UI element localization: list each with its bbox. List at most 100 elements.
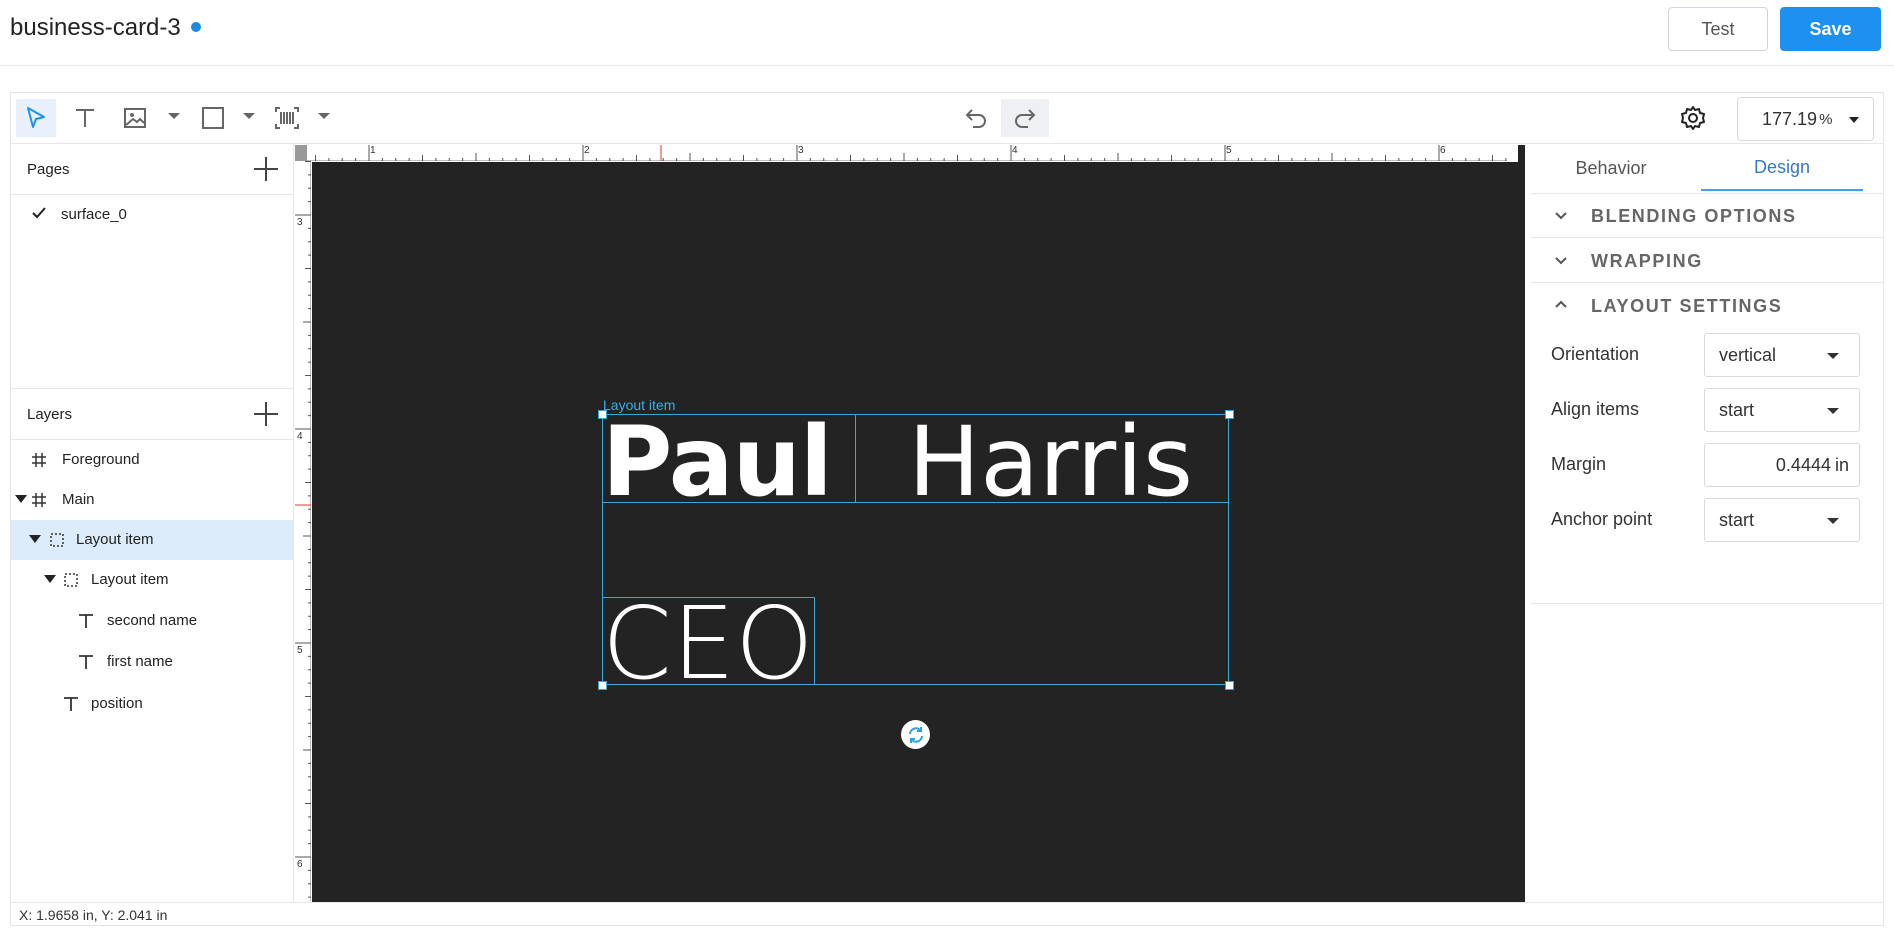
status-bar: X: 1.9658 in, Y: 2.041 in: [11, 902, 1883, 926]
barcode-tool-dropdown-icon[interactable]: [318, 113, 330, 119]
margin-label: Margin: [1551, 454, 1607, 474]
tab-design[interactable]: Design: [1701, 145, 1863, 191]
barcode-tool-button[interactable]: [269, 99, 305, 137]
text-icon: [79, 614, 93, 628]
resize-handle-top-right[interactable]: [1225, 410, 1234, 419]
pages-section: Pages surface_0: [11, 145, 294, 389]
chevron-up-icon: [1555, 300, 1567, 308]
expand-arrow-icon[interactable]: [29, 535, 41, 543]
settings-button[interactable]: [1673, 99, 1713, 137]
add-layer-icon[interactable]: [254, 402, 278, 426]
toolbar: 177.19%: [11, 93, 1883, 144]
undo-icon: [965, 109, 986, 128]
chevron-down-icon: [1555, 257, 1567, 265]
image-tool-button[interactable]: [117, 99, 153, 137]
chevron-down-icon: [1827, 408, 1839, 414]
resize-handle-bottom-right[interactable]: [1225, 681, 1234, 690]
canvas-area[interactable]: 1 2 3 4 5 6 3 4 5 6 Layout item Paul Har…: [295, 145, 1525, 902]
app-header: business-card-3 Test Save: [0, 0, 1894, 66]
select-icon: [27, 107, 45, 128]
page-item-label: surface_0: [61, 206, 127, 223]
layer-item-layout-item[interactable]: Layout item: [11, 520, 294, 560]
hash-icon: [32, 493, 46, 507]
layer-item-foreground[interactable]: Foreground: [11, 440, 294, 480]
margin-value: 0.4444: [1775, 454, 1831, 475]
undo-button[interactable]: [956, 99, 996, 137]
rectangle-icon: [202, 107, 224, 129]
test-button[interactable]: Test: [1668, 7, 1768, 51]
second-name-text[interactable]: Harris: [908, 406, 1193, 518]
editor-frame: 177.19% Pages surface_0 Layers Foregroun…: [10, 92, 1884, 926]
text-tool-button[interactable]: [67, 99, 103, 137]
cursor-coordinates: X: 1.9658 in, Y: 2.041 in: [19, 907, 168, 923]
shape-tool-dropdown-icon[interactable]: [243, 113, 255, 119]
layer-item-label: first name: [107, 653, 173, 670]
ruler-top-ticks: [315, 145, 1507, 161]
ruler-top-label: 4: [1012, 145, 1018, 156]
document-title: business-card-3: [10, 14, 201, 42]
layer-item-main[interactable]: Main: [11, 480, 294, 520]
select-tool-button[interactable]: [16, 99, 56, 137]
expand-arrow-icon[interactable]: [44, 575, 56, 583]
chevron-down-icon: [1827, 353, 1839, 359]
hash-icon: [32, 453, 46, 467]
resize-handle-top-left[interactable]: [598, 410, 607, 419]
chevron-down-icon: [1555, 212, 1567, 220]
ruler-left-label: 4: [297, 431, 303, 442]
ruler-top: 1 2 3 4 5 6: [307, 145, 1507, 161]
layer-item-label: second name: [107, 612, 198, 629]
layer-item-position[interactable]: position: [11, 684, 294, 724]
layer-item-second-name[interactable]: second name: [11, 601, 294, 641]
redo-button[interactable]: [1001, 99, 1049, 137]
anchor-point-select[interactable]: start: [1704, 498, 1860, 542]
margin-unit: in: [1834, 454, 1849, 475]
gear-icon: [1681, 106, 1705, 130]
first-name-text[interactable]: Paul: [602, 406, 833, 518]
tab-behavior[interactable]: Behavior: [1531, 145, 1691, 191]
shape-tool-button[interactable]: [195, 99, 231, 137]
orientation-select[interactable]: vertical: [1704, 333, 1860, 377]
text-icon: [64, 697, 78, 711]
ruler-left-label: 5: [297, 645, 303, 656]
save-button[interactable]: Save: [1780, 7, 1881, 51]
align-items-select[interactable]: start: [1704, 388, 1860, 432]
resize-handle-bottom-left[interactable]: [598, 681, 607, 690]
pages-title: Pages: [27, 161, 70, 178]
panel-divider: [1531, 603, 1883, 604]
page-item[interactable]: surface_0: [11, 195, 294, 233]
margin-input[interactable]: 0.4444 in: [1704, 443, 1860, 487]
ruler-top-label: 3: [798, 145, 804, 156]
zoom-value: 177.19: [1762, 108, 1818, 129]
chevron-down-icon: [1827, 518, 1839, 524]
layer-item-layout-item-nested[interactable]: Layout item: [11, 560, 294, 600]
expand-arrow-icon[interactable]: [15, 495, 27, 503]
layer-item-label: position: [91, 695, 143, 712]
text-icon: [79, 655, 93, 669]
layer-item-first-name[interactable]: first name: [11, 642, 294, 682]
section-title: BLENDING OPTIONS: [1591, 206, 1797, 226]
check-icon: [32, 207, 46, 219]
section-wrapping[interactable]: WRAPPING: [1531, 239, 1883, 283]
zoom-unit: %: [1819, 110, 1833, 128]
image-tool-dropdown-icon[interactable]: [168, 113, 180, 119]
layout-item-icon: [64, 573, 78, 587]
ruler-top-label: 1: [370, 145, 376, 156]
section-blending-options[interactable]: BLENDING OPTIONS: [1531, 194, 1883, 238]
section-layout-settings[interactable]: LAYOUT SETTINGS: [1531, 284, 1883, 328]
anchor-point-value: start: [1719, 509, 1755, 530]
design-surface[interactable]: Layout item Paul Harris CEO: [312, 162, 1518, 896]
position-text[interactable]: CEO: [602, 585, 814, 702]
left-panel: Pages surface_0 Layers Foreground Main L…: [11, 145, 294, 902]
vertical-scrollbar[interactable]: [1518, 145, 1525, 902]
barcode-icon: [275, 107, 299, 129]
image-icon: [124, 108, 146, 128]
properties-panel: Behavior Design BLENDING OPTIONS WRAPPIN…: [1531, 145, 1883, 902]
ruler-left-label: 3: [297, 217, 303, 228]
ruler-left: 3 4 5 6: [295, 161, 311, 901]
layer-item-label: Layout item: [76, 531, 154, 548]
zoom-select[interactable]: 177.19%: [1737, 97, 1874, 141]
rotate-icon: [908, 726, 923, 743]
text-icon: [76, 109, 94, 127]
rotate-handle[interactable]: [901, 720, 930, 749]
add-page-icon[interactable]: [254, 157, 278, 181]
